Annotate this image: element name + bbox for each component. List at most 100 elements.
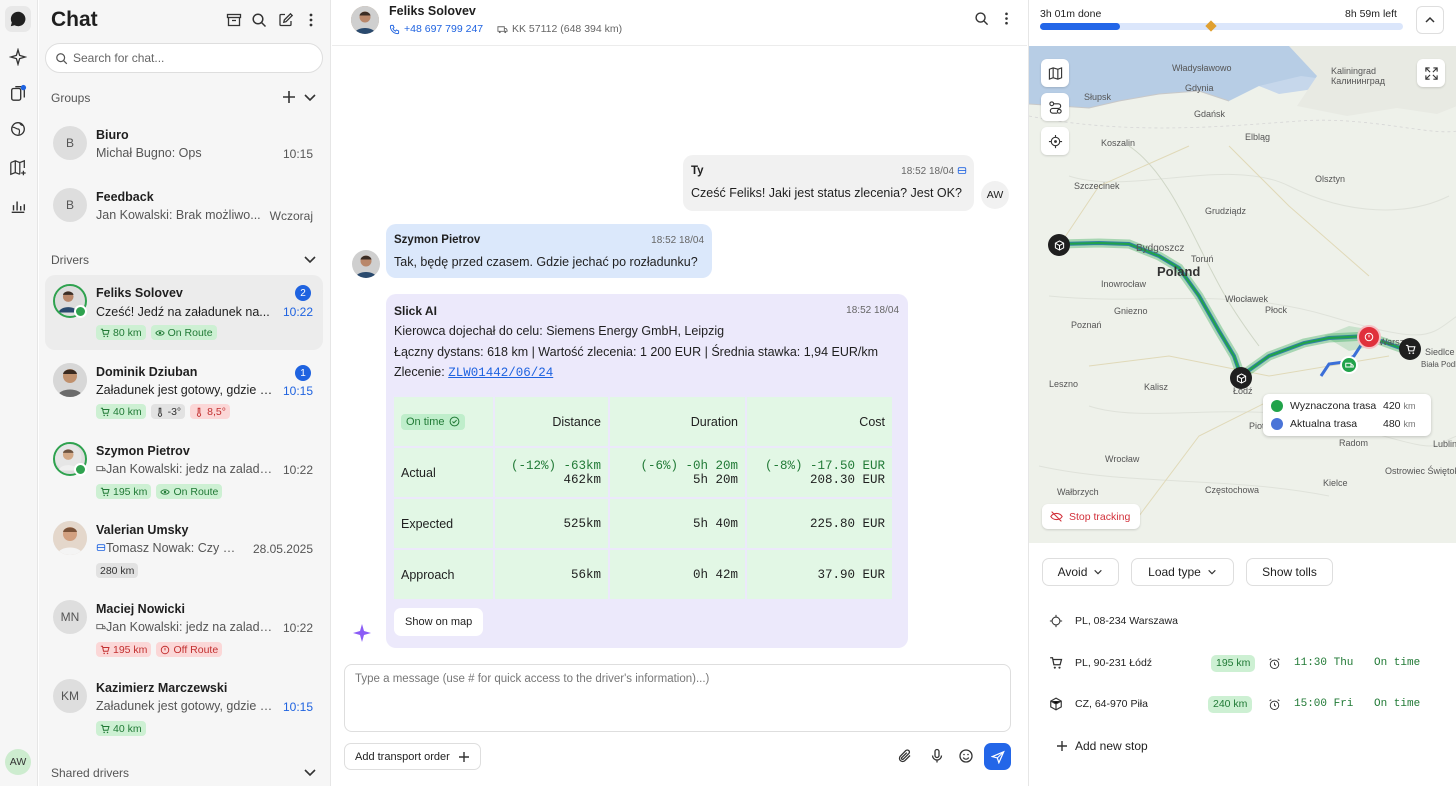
- contact-avatar[interactable]: [351, 6, 379, 34]
- legend-swatch: [1271, 400, 1283, 412]
- cart-icon: [1405, 344, 1416, 354]
- stop-eta: 15:00 Fri: [1294, 698, 1354, 710]
- trip-milestone-marker: [1204, 20, 1217, 32]
- map-layers-button[interactable]: [1041, 59, 1069, 87]
- group-item-feedback[interactable]: B Feedback Jan Kowalski: Brak możliwo...…: [45, 178, 323, 234]
- driver-time: 10:22: [282, 621, 313, 635]
- online-status-dot: [74, 305, 87, 318]
- chevron-down-icon[interactable]: [302, 89, 318, 105]
- order-link[interactable]: ZLW01442/06/24: [448, 366, 553, 380]
- map-place: Ostrowiec Świętokrzyski: [1385, 466, 1456, 476]
- microphone-icon[interactable]: [929, 748, 945, 764]
- chat-search-box[interactable]: [45, 43, 323, 73]
- archive-icon[interactable]: [224, 10, 244, 30]
- show-tolls-button[interactable]: Show tolls: [1246, 558, 1333, 586]
- driver-preview: Załadunek jest gotowy, gdzie d...: [96, 383, 274, 397]
- chevron-down-icon: [1208, 569, 1216, 575]
- map-place: Gniezno: [1114, 306, 1148, 316]
- message-author: Ty: [691, 165, 704, 177]
- crosshair-icon: [1049, 614, 1063, 628]
- search-icon[interactable]: [249, 10, 269, 30]
- add-transport-order-button[interactable]: Add transport order: [344, 743, 481, 770]
- route-toggle-button[interactable]: [1041, 93, 1069, 121]
- add-group-icon[interactable]: [281, 89, 297, 105]
- collapse-panel-button[interactable]: [1416, 6, 1444, 34]
- expand-icon: [1424, 66, 1438, 80]
- stop-eta: 11:30 Thu: [1294, 657, 1354, 669]
- user-avatar[interactable]: AW: [5, 749, 31, 775]
- add-new-stop-button[interactable]: Add new stop: [1056, 739, 1148, 753]
- stop-row[interactable]: PL, 90-231 Łódź 195 km 11:30 Thu On time: [1047, 651, 1447, 675]
- documents-icon[interactable]: [5, 80, 31, 106]
- ai-message-bubble[interactable]: Slick AI 18:52 18/04 Kierowca dojechał d…: [386, 294, 908, 648]
- route-status-chip: On Route: [150, 325, 217, 340]
- avoid-dropdown[interactable]: Avoid: [1042, 558, 1119, 586]
- compose-icon[interactable]: [276, 10, 296, 30]
- search-icon[interactable]: [974, 11, 989, 26]
- map-place: Siedlce: [1425, 347, 1455, 357]
- map-country-label: Poland: [1157, 264, 1201, 279]
- chevron-down-icon[interactable]: [302, 764, 318, 780]
- vehicle-position-marker[interactable]: [1340, 356, 1358, 374]
- driver-name: Szymon Pietrov: [96, 444, 190, 458]
- contact-phone[interactable]: +48 697 799 247: [389, 23, 483, 35]
- alert-marker[interactable]: [1357, 325, 1381, 349]
- group-preview: Jan Kowalski: Brak możliwo...: [96, 208, 261, 222]
- more-vertical-icon[interactable]: [999, 11, 1014, 26]
- package-icon: [1054, 239, 1064, 251]
- globe-icon[interactable]: [5, 116, 31, 142]
- chat-nav-icon[interactable]: [5, 6, 31, 32]
- driver-item-kazimierz[interactable]: KM Kazimierz Marczewski Załadunek jest g…: [45, 671, 323, 746]
- stop-marker-destination[interactable]: [1399, 338, 1421, 360]
- group-item-biuro[interactable]: B Biuro Michał Bugno: Ops 10:15: [45, 116, 323, 172]
- chevron-down-icon[interactable]: [302, 251, 318, 267]
- message-author: Slick AI: [394, 304, 437, 318]
- table-row: Expected 525km 5h 40m 225.80 EUR: [394, 499, 892, 548]
- map-place: Częstochowa: [1205, 485, 1260, 495]
- driver-name: Maciej Nowicki: [96, 602, 185, 616]
- stop-tracking-button[interactable]: Stop tracking: [1042, 504, 1141, 529]
- stop-row[interactable]: CZ, 64-970 Piła 240 km 15:00 Fri On time: [1047, 692, 1447, 716]
- group-time: 10:15: [282, 147, 313, 161]
- driver-item-szymon[interactable]: Szymon Pietrov Jan Kowalski: jedz na zal…: [45, 434, 323, 509]
- fullscreen-button[interactable]: [1417, 59, 1445, 87]
- message-bubble-outgoing[interactable]: Ty 18:52 18/04 Cześć Feliks! Jaki jest s…: [683, 155, 974, 211]
- stop-marker-lodz[interactable]: [1230, 367, 1252, 389]
- shared-drivers-section-label: Shared drivers: [51, 766, 130, 780]
- route-map[interactable]: Kaliningrad Калининград Władysławowo Gdy…: [1029, 46, 1456, 543]
- map-place: Lublin: [1433, 439, 1456, 449]
- send-button[interactable]: [984, 743, 1011, 770]
- message-author: Szymon Pietrov: [394, 234, 481, 246]
- legend-value: 420: [1383, 400, 1401, 412]
- contact-name: Feliks Solovev: [389, 4, 476, 18]
- driver-item-maciej[interactable]: MN Maciej Nowicki Jan Kowalski: jedz na …: [45, 592, 323, 667]
- trip-progress-bar: [1040, 20, 1403, 32]
- message-bubble-incoming[interactable]: Szymon Pietrov 18:52 18/04 Tak, będę prz…: [386, 224, 712, 278]
- driver-item-feliks[interactable]: Feliks Solovev 2 Cześć! Jedź na załadune…: [45, 275, 323, 350]
- stop-marker-package[interactable]: [1048, 234, 1070, 256]
- driver-name: Kazimierz Marczewski: [96, 681, 228, 695]
- load-type-dropdown[interactable]: Load type: [1131, 558, 1234, 586]
- more-vertical-icon[interactable]: [301, 10, 321, 30]
- locate-button[interactable]: [1041, 127, 1069, 155]
- driver-item-valerian[interactable]: Valerian Umsky Tomasz Nowak: Czy m... 28…: [45, 513, 323, 588]
- stop-address: CZ, 64-970 Piła: [1075, 698, 1148, 710]
- analytics-icon[interactable]: [5, 193, 31, 219]
- stop-row[interactable]: PL, 08-234 Warszawa: [1047, 609, 1447, 633]
- driver-time: 10:22: [282, 463, 313, 477]
- map-place: Inowrocław: [1101, 279, 1147, 289]
- chat-search-input[interactable]: [73, 51, 303, 65]
- driver-item-dominik[interactable]: Dominik Dziuban 1 Załadunek jest gotowy,…: [45, 355, 323, 430]
- performance-table: On time Distance Duration Cost Actual (-…: [392, 395, 894, 601]
- emoji-icon[interactable]: [958, 748, 974, 764]
- message-input[interactable]: [345, 665, 1010, 731]
- attachment-icon[interactable]: [897, 748, 913, 764]
- show-on-map-button[interactable]: Show on map: [394, 608, 484, 636]
- package-icon: [1236, 372, 1246, 384]
- ai-sparkle-icon[interactable]: [5, 44, 31, 70]
- message-composer[interactable]: [344, 664, 1011, 732]
- truck-icon: [96, 466, 106, 472]
- group-time: Wczoraj: [269, 209, 313, 223]
- map-add-icon[interactable]: [5, 155, 31, 181]
- route-legend: Wyznaczona trasa 420 km Aktualna trasa 4…: [1263, 394, 1431, 436]
